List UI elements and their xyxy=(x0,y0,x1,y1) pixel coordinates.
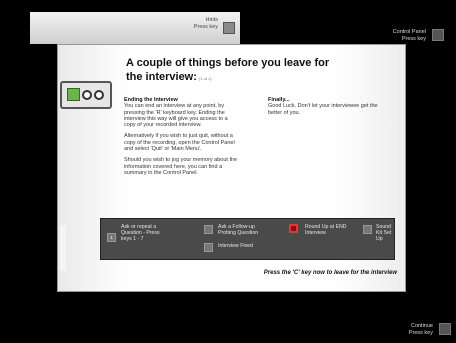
left-column-text: Ending the Interview You can end an inte… xyxy=(124,97,238,181)
menu-item-sound-kit[interactable]: Sound Kit Set Up xyxy=(376,224,398,242)
menu-item-interview-fixed[interactable]: Interview Fixed xyxy=(218,243,258,249)
menu-item-followup[interactable]: Ask a Follow-up Probing Question xyxy=(218,224,270,236)
menu-item-round-up[interactable]: Round Up at END Interview xyxy=(305,224,353,236)
continue-button-area[interactable]: Continue Press key xyxy=(393,320,453,340)
continue-label: Continue Press key xyxy=(408,323,433,336)
hints-key-button[interactable] xyxy=(223,22,235,34)
paragraph: Should you wish to jog your memory about… xyxy=(124,157,238,176)
content-page: A couple of things before you leave for … xyxy=(57,44,406,292)
page-title-line1: A couple of things before you leave for xyxy=(126,57,330,69)
control-panel-key-button[interactable] xyxy=(432,29,444,41)
right-column-text: Finally... Good Luck. Don't let your int… xyxy=(268,97,388,116)
paragraph: Alternatively if you wish to just quit, … xyxy=(124,133,235,153)
media-controls-illustration-icon xyxy=(60,81,112,109)
hints-label: Hints Press key xyxy=(193,17,218,30)
followup-key[interactable] xyxy=(204,225,213,234)
menu-item-ask-question[interactable]: Ask or repeat a Question - Press keys 1 … xyxy=(121,224,169,242)
control-panel-label: Control Panel Press key xyxy=(392,29,426,42)
page-counter: (1 of 1) xyxy=(198,76,212,81)
round-up-key[interactable] xyxy=(289,224,298,233)
green-key-icon xyxy=(67,88,80,101)
paragraph: You can end an interview at any point, b… xyxy=(124,103,228,129)
page-title-line2: the interview: (1 of 1) xyxy=(126,71,212,83)
circle-button-icon xyxy=(94,90,104,100)
interview-fixed-key[interactable] xyxy=(204,243,213,252)
continue-key-button[interactable] xyxy=(439,323,451,335)
circle-button-icon xyxy=(82,90,92,100)
interview-options-menu: 1 Ask or repeat a Question - Press keys … xyxy=(100,218,395,260)
paragraph: Good Luck. Don't let your interviewee ge… xyxy=(268,103,378,116)
hints-panel[interactable]: Hints Press key xyxy=(30,12,240,44)
leave-instruction: Press the 'C' key now to leave for the i… xyxy=(263,270,397,276)
side-tab xyxy=(60,225,66,271)
sound-kit-key[interactable] xyxy=(363,225,372,234)
ask-question-key[interactable]: 1 xyxy=(107,233,116,242)
